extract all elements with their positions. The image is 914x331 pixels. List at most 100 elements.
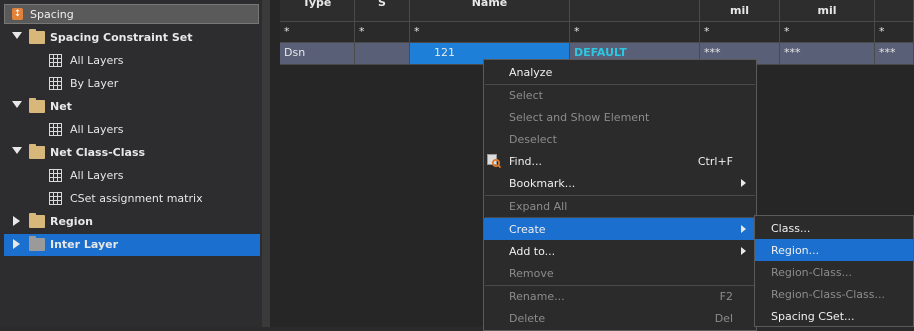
context-menu: Analyze Select Select and Show Element D… [483,59,757,331]
tree-item-by-layer[interactable]: By Layer [4,73,260,95]
sheet-margin [270,0,280,327]
cell-type[interactable]: Dsn [280,43,355,65]
submenu-item-spacing-cset[interactable]: Spacing CSet... [755,305,913,327]
tree-item-net-class-class[interactable]: Net Class-Class [4,142,260,164]
menu-item-bookmark[interactable]: Bookmark... [484,172,756,194]
folder-icon [29,144,45,159]
tree-header-label: Spacing [30,8,74,21]
menu-item-deselect[interactable]: Deselect [484,128,756,150]
column-header-unit[interactable]: mil [780,0,875,22]
tree-item-label: Net Class-Class [50,146,146,159]
filter-cell[interactable]: * [570,22,700,43]
filter-cell[interactable]: * [280,22,355,43]
create-submenu: Class... Region... Region-Class... Regio… [754,215,914,327]
submenu-arrow-icon [741,179,746,187]
expand-arrow-icon[interactable] [12,32,22,39]
menu-item-rename[interactable]: Rename... F2 [484,285,756,307]
menu-item-remove[interactable]: Remove [484,262,756,284]
cell-s[interactable] [355,43,410,65]
menu-item-shortcut: F2 [719,290,733,303]
column-header-blank[interactable] [570,0,700,22]
find-icon [487,154,501,168]
menu-item-expand-all[interactable]: Expand All [484,195,756,217]
worksheet-icon [49,54,62,67]
menu-item-add-to[interactable]: Add to... [484,240,756,262]
tree-item-net-all-layers[interactable]: All Layers [4,119,260,141]
tree-item-label: All Layers [70,54,124,67]
menu-item-label: Select and Show Element [509,111,650,124]
tree-item-region[interactable]: Region [4,211,260,233]
menu-item-label: Region... [771,244,820,257]
filter-cell[interactable]: * [700,22,780,43]
worksheet-icon [49,123,62,136]
menu-item-select[interactable]: Select [484,84,756,106]
cell-value[interactable]: *** [780,43,875,65]
menu-item-select-and-show[interactable]: Select and Show Element [484,106,756,128]
tree-item-label: Region [50,215,93,228]
menu-item-create[interactable]: Create [484,218,756,240]
column-header-name[interactable]: Name [410,0,570,22]
menu-item-label: Delete [509,312,546,325]
tree-item-label: Spacing Constraint Set [50,31,193,44]
tree-item-spacing-constraint-set[interactable]: Spacing Constraint Set [4,27,260,49]
folder-icon [29,213,45,228]
filter-cell[interactable]: * [410,22,570,43]
submenu-item-region[interactable]: Region... [755,239,913,261]
submenu-arrow-icon [741,247,746,255]
constraint-tree-panel: ↕ Spacing Spacing Constraint Set All Lay… [0,0,262,327]
menu-item-label: Deselect [509,133,557,146]
menu-item-label: Region-Class-Class... [771,288,885,301]
tree-item-label: Inter Layer [50,238,119,251]
column-header-s[interactable]: S [355,0,410,22]
menu-item-label: Region-Class... [771,266,853,279]
expand-arrow-icon[interactable] [12,147,22,154]
menu-item-label: Add to... [509,245,556,258]
tree-item-all-layers[interactable]: All Layers [4,50,260,72]
menu-item-label: Spacing CSet... [771,310,855,323]
column-header-blank[interactable] [875,0,914,22]
column-header-unit[interactable]: mil [700,0,780,22]
menu-item-shortcut: Del [714,312,733,325]
tree-item-cset-assignment-matrix[interactable]: CSet assignment matrix [4,188,260,210]
menu-item-label: Bookmark... [509,177,576,190]
tree-item-inter-layer[interactable]: Inter Layer [4,234,260,256]
tree-item-label: Net [50,100,72,113]
menu-item-shortcut: Ctrl+F [697,155,733,168]
column-header-type[interactable]: Type [280,0,355,22]
submenu-item-region-class-class[interactable]: Region-Class-Class... [755,283,913,305]
folder-icon [29,29,45,44]
menu-item-label: Class... [771,222,811,235]
submenu-item-region-class[interactable]: Region-Class... [755,261,913,283]
tree-item-net[interactable]: Net [4,96,260,118]
spacing-icon: ↕ [12,8,23,20]
tree-item-label: All Layers [70,123,124,136]
filter-cell[interactable]: * [780,22,875,43]
menu-item-analyze[interactable]: Analyze [484,61,756,83]
menu-item-label: Find... [509,155,543,168]
collapse-arrow-icon[interactable] [13,239,20,249]
collapse-arrow-icon[interactable] [13,216,20,226]
filter-cell[interactable]: * [355,22,410,43]
submenu-arrow-icon [741,225,746,233]
cell-value[interactable]: *** [875,43,914,65]
worksheet-icon [49,192,62,205]
worksheet-icon [49,169,62,182]
tree-item-label: All Layers [70,169,124,182]
tree-header[interactable]: ↕ Spacing [4,4,259,24]
filter-cell[interactable]: * [875,22,914,43]
menu-item-label: Select [509,89,543,102]
folder-icon [29,98,45,113]
tree-item-label: By Layer [70,77,119,90]
panel-splitter[interactable] [262,0,270,327]
menu-item-label: Create [509,223,546,236]
submenu-item-class[interactable]: Class... [755,217,913,239]
menu-item-label: Remove [509,267,554,280]
menu-item-label: Rename... [509,290,565,303]
tree-item-ncc-all-layers[interactable]: All Layers [4,165,260,187]
menu-item-delete[interactable]: Delete Del [484,307,756,329]
worksheet-icon [49,77,62,90]
menu-item-label: Analyze [509,66,553,79]
folder-icon [29,236,45,251]
menu-item-find[interactable]: Find... Ctrl+F [484,150,756,172]
expand-arrow-icon[interactable] [12,101,22,108]
